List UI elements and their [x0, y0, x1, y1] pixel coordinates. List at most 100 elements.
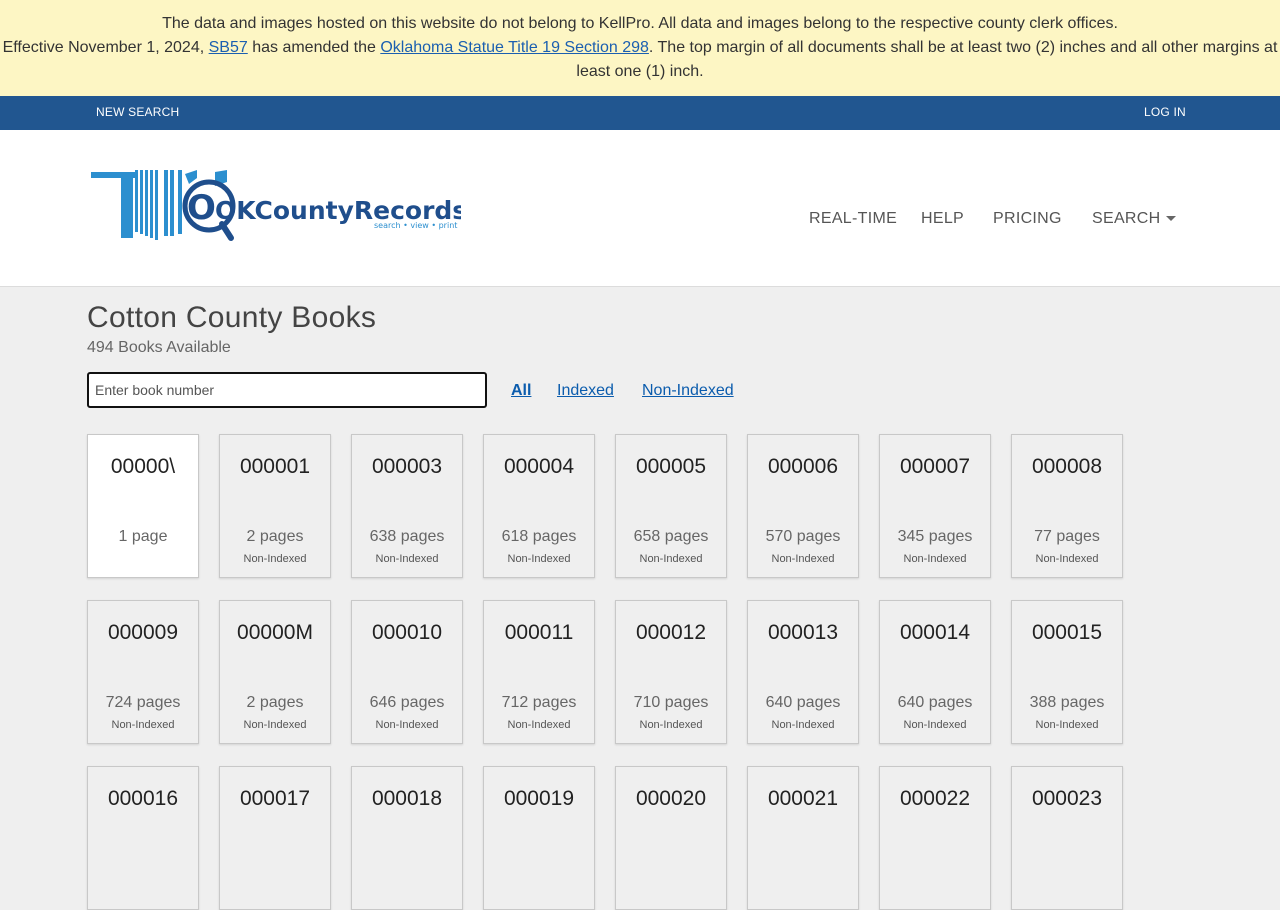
book-number: 000023: [1031, 787, 1103, 810]
notice-text-suffix: . The top margin of all documents shall …: [576, 39, 1278, 80]
caret-down-icon: [1166, 216, 1177, 222]
book-status: Non-Indexed: [375, 553, 439, 565]
notice-line-1: The data and images hosted on this websi…: [162, 15, 1118, 32]
book-card[interactable]: 000013 640 pages Non-Indexed: [747, 600, 859, 744]
page-title: Cotton County Books: [87, 301, 377, 334]
book-card[interactable]: 000005 658 pages Non-Indexed: [615, 434, 727, 578]
book-card[interactable]: 000020: [615, 766, 727, 910]
book-status: Non-Indexed: [1035, 553, 1099, 565]
notice-banner: The data and images hosted on this websi…: [0, 0, 1280, 96]
book-card[interactable]: 000012 710 pages Non-Indexed: [615, 600, 727, 744]
book-number: 000014: [899, 621, 971, 644]
book-number: 000001: [239, 455, 311, 478]
book-card[interactable]: 000010 646 pages Non-Indexed: [351, 600, 463, 744]
book-card[interactable]: 000014 640 pages Non-Indexed: [879, 600, 991, 744]
book-card[interactable]: 000018: [351, 766, 463, 910]
book-number: 00000M: [237, 621, 313, 644]
book-status: Non-Indexed: [903, 719, 967, 731]
book-card[interactable]: 000021: [747, 766, 859, 910]
book-number: 000022: [899, 787, 971, 810]
filter-indexed[interactable]: Indexed: [557, 382, 614, 400]
book-card[interactable]: 000008 77 pages Non-Indexed: [1011, 434, 1123, 578]
book-card[interactable]: 000004 618 pages Non-Indexed: [483, 434, 595, 578]
filter-non-indexed[interactable]: Non-Indexed: [642, 382, 734, 400]
book-status: Non-Indexed: [507, 719, 571, 731]
book-number: 00000\: [110, 455, 176, 478]
book-pages: 570 pages: [765, 528, 841, 545]
book-status: Non-Indexed: [507, 553, 571, 565]
nav-pricing[interactable]: PRICING: [993, 210, 1062, 228]
book-card[interactable]: 00000\ 1 page: [87, 434, 199, 578]
book-number: 000013: [767, 621, 839, 644]
book-status: Non-Indexed: [111, 719, 175, 731]
book-number: 000010: [371, 621, 443, 644]
books-count: 494 Books Available: [87, 339, 231, 356]
book-number: 000012: [635, 621, 707, 644]
book-pages: 710 pages: [633, 694, 709, 711]
book-card[interactable]: 000022: [879, 766, 991, 910]
log-in-link[interactable]: LOG IN: [1144, 105, 1186, 119]
nav-search-label: SEARCH: [1092, 210, 1161, 227]
book-pages: 2 pages: [246, 694, 304, 711]
book-status: Non-Indexed: [639, 553, 703, 565]
nav-help[interactable]: HELP: [921, 210, 964, 228]
book-number-input[interactable]: [87, 372, 487, 408]
top-bar: NEW SEARCH LOG IN: [0, 96, 1280, 130]
book-number: 000021: [767, 787, 839, 810]
book-status: Non-Indexed: [243, 719, 307, 731]
filter-all[interactable]: All: [511, 382, 531, 400]
book-pages: 388 pages: [1029, 694, 1105, 711]
nav-realtime[interactable]: REAL-TIME: [809, 210, 897, 228]
book-pages: 712 pages: [501, 694, 577, 711]
book-status: Non-Indexed: [903, 553, 967, 565]
book-number: 000005: [635, 455, 707, 478]
book-status: Non-Indexed: [771, 553, 835, 565]
book-pages: 646 pages: [369, 694, 445, 711]
book-pages: 640 pages: [897, 694, 973, 711]
book-number: 000020: [635, 787, 707, 810]
book-card[interactable]: 000023: [1011, 766, 1123, 910]
book-number: 000016: [107, 787, 179, 810]
book-pages: 658 pages: [633, 528, 709, 545]
book-card[interactable]: 000015 388 pages Non-Indexed: [1011, 600, 1123, 744]
book-number: 000015: [1031, 621, 1103, 644]
book-number: 000006: [767, 455, 839, 478]
book-pages: 77 pages: [1034, 528, 1100, 545]
book-pages: 640 pages: [765, 694, 841, 711]
book-status: Non-Indexed: [375, 719, 439, 731]
notice-line-2: Effective November 1, 2024, SB57 has ame…: [0, 36, 1280, 84]
book-number: 000008: [1031, 455, 1103, 478]
book-status: Non-Indexed: [771, 719, 835, 731]
book-number: 000019: [503, 787, 575, 810]
book-pages: 618 pages: [501, 528, 577, 545]
book-number: 000018: [371, 787, 443, 810]
book-card[interactable]: 000001 2 pages Non-Indexed: [219, 434, 331, 578]
book-card[interactable]: 000006 570 pages Non-Indexed: [747, 434, 859, 578]
book-pages: 724 pages: [105, 694, 181, 711]
notice-text-prefix: Effective November 1, 2024,: [2, 39, 209, 56]
book-pages: 345 pages: [897, 528, 973, 545]
book-pages: 1 page: [118, 528, 168, 545]
book-card[interactable]: 000007 345 pages Non-Indexed: [879, 434, 991, 578]
book-card[interactable]: 000017: [219, 766, 331, 910]
new-search-link[interactable]: NEW SEARCH: [96, 105, 179, 119]
book-card[interactable]: 000009 724 pages Non-Indexed: [87, 600, 199, 744]
book-number: 000003: [371, 455, 443, 478]
main-nav: REAL-TIME HELP PRICING SEARCH: [0, 210, 1280, 234]
book-card[interactable]: 000019: [483, 766, 595, 910]
book-number: 000017: [239, 787, 311, 810]
book-number: 000007: [899, 455, 971, 478]
book-number: 000011: [504, 621, 574, 644]
books-grid: 00000\ 1 page 000001 2 pages Non-Indexed 00…: [87, 434, 1147, 910]
book-card[interactable]: 00000M 2 pages Non-Indexed: [219, 600, 331, 744]
book-status: Non-Indexed: [243, 553, 307, 565]
book-card[interactable]: 000003 638 pages Non-Indexed: [351, 434, 463, 578]
book-pages: 2 pages: [246, 528, 304, 545]
book-card[interactable]: 000011 712 pages Non-Indexed: [483, 600, 595, 744]
statute-link[interactable]: Oklahoma Statue Title 19 Section 298: [380, 39, 649, 56]
sb57-link[interactable]: SB57: [209, 39, 248, 56]
nav-search-dropdown[interactable]: SEARCH: [1092, 210, 1177, 228]
book-card[interactable]: 000016: [87, 766, 199, 910]
book-number: 000009: [107, 621, 179, 644]
notice-text-mid: has amended the: [247, 39, 381, 56]
